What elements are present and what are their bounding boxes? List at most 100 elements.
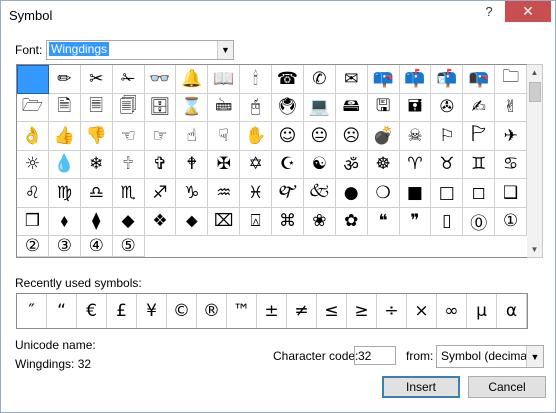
- recent-symbol-cell[interactable]: ″: [17, 294, 47, 328]
- symbol-cell[interactable]: ④: [80, 236, 113, 257]
- symbol-cell[interactable]: ✉: [335, 65, 368, 94]
- symbol-cell[interactable]: 💻: [303, 93, 336, 122]
- symbol-cell[interactable]: ♍: [48, 179, 81, 208]
- symbol-cell[interactable]: ◻: [463, 179, 496, 208]
- recent-symbol-cell[interactable]: ≤: [317, 294, 347, 328]
- symbol-cell[interactable]: □: [431, 179, 464, 208]
- symbol-cell[interactable]: 🔔: [176, 65, 209, 94]
- font-select[interactable]: Wingdings ▼: [46, 40, 234, 60]
- symbol-cell-selected[interactable]: [17, 65, 49, 94]
- symbol-cell[interactable]: ✆: [303, 65, 336, 94]
- symbol-cell[interactable]: 🕈: [176, 150, 209, 179]
- symbol-cell[interactable]: ①: [495, 207, 527, 236]
- symbol-cell[interactable]: 🗎: [48, 93, 81, 122]
- recent-symbol-cell[interactable]: ™: [227, 294, 257, 328]
- symbol-cell[interactable]: 👎: [80, 122, 113, 151]
- symbol-cell[interactable]: ♑: [176, 179, 209, 208]
- symbol-cell[interactable]: 📖: [208, 65, 241, 94]
- symbol-cell[interactable]: 🗏: [80, 93, 113, 122]
- symbol-cell[interactable]: ✈: [495, 122, 527, 151]
- recent-symbol-cell[interactable]: £: [107, 294, 137, 328]
- symbol-cell[interactable]: ☠: [399, 122, 432, 151]
- recent-symbol-cell[interactable]: ±: [257, 294, 287, 328]
- symbol-cell[interactable]: 🗐: [112, 93, 145, 122]
- from-value[interactable]: Symbol (decimal): [441, 349, 534, 363]
- symbol-cell[interactable]: ❒: [17, 207, 49, 236]
- symbol-cell[interactable]: 💣: [367, 122, 400, 151]
- symbol-cell[interactable]: 🗀: [495, 65, 527, 94]
- symbol-cell[interactable]: 📬: [431, 65, 464, 94]
- symbol-cell[interactable]: 🏱: [463, 122, 496, 151]
- symbol-cell[interactable]: 🖴: [335, 93, 368, 122]
- symbol-cell[interactable]: ☎: [272, 65, 304, 94]
- symbol-cell[interactable]: ✿: [335, 207, 368, 236]
- symbol-cell[interactable]: ☜: [112, 122, 145, 151]
- symbol-cell[interactable]: ♉: [431, 150, 464, 179]
- symbol-cell[interactable]: ❖: [144, 207, 177, 236]
- symbol-cell[interactable]: ☺: [272, 122, 304, 151]
- recent-symbol-cell[interactable]: ≥: [347, 294, 377, 328]
- chevron-down-icon[interactable]: ▼: [217, 41, 233, 59]
- scroll-down-icon[interactable]: ▼: [527, 242, 542, 257]
- symbol-cell[interactable]: ✂: [80, 65, 113, 94]
- symbol-cell[interactable]: 🕆: [112, 150, 145, 179]
- symbol-cell[interactable]: ⬥: [176, 207, 209, 236]
- symbol-grid[interactable]: ✏ ✂ ✁ 👓 🔔 📖 🕯 ☎ ✆ ✉ 📪 📫 📬 📭 🗀 🗁 🗎 🗏 🗐 🗄 ⌛ 🖮 🖰 🖲 💻 🖴 🖫 🖬 ✇ ✍ ✌ 👌 👍 👎 ☜ ☞ ☝ ☟ ✋ ☺…: [16, 64, 528, 258]
- symbol-cell[interactable]: ♐: [144, 179, 177, 208]
- symbol-cell[interactable]: ⌛: [176, 93, 209, 122]
- symbol-cell[interactable]: 🗁: [17, 93, 49, 122]
- cancel-button[interactable]: Cancel: [468, 376, 546, 398]
- symbol-cell[interactable]: ☞: [144, 122, 177, 151]
- symbol-cell[interactable]: ✞: [144, 150, 177, 179]
- symbol-cell[interactable]: ❀: [303, 207, 336, 236]
- symbol-cell[interactable]: ☝: [176, 122, 209, 151]
- symbol-cell[interactable]: ॐ: [335, 150, 368, 179]
- symbol-cell[interactable]: ☹: [335, 122, 368, 151]
- symbol-cell[interactable]: ✏: [48, 65, 81, 94]
- character-code-input[interactable]: 32: [354, 346, 396, 365]
- symbol-cell[interactable]: ☪: [272, 150, 304, 179]
- symbol-cell[interactable]: 💧: [48, 150, 81, 179]
- symbol-cell[interactable]: ⑤: [112, 236, 145, 257]
- recent-symbol-cell[interactable]: ∞: [437, 294, 467, 328]
- symbol-cell[interactable]: ☟: [208, 122, 241, 151]
- symbol-cell[interactable]: ☸: [367, 150, 400, 179]
- insert-button[interactable]: Insert: [382, 376, 460, 398]
- symbol-cell[interactable]: ♓: [240, 179, 272, 208]
- scroll-thumb[interactable]: [529, 82, 541, 102]
- symbol-cell[interactable]: ✠: [208, 150, 241, 179]
- recent-symbol-cell[interactable]: ¥: [137, 294, 167, 328]
- symbol-cell[interactable]: ❄: [80, 150, 113, 179]
- symbol-cell[interactable]: ♒: [208, 179, 241, 208]
- symbol-cell[interactable]: 📭: [463, 65, 496, 94]
- recent-symbol-cell[interactable]: µ: [467, 294, 497, 328]
- symbol-cell[interactable]: 🖬: [399, 93, 432, 122]
- symbol-cell[interactable]: 📫: [399, 65, 432, 94]
- symbol-cell[interactable]: ⧫: [80, 207, 113, 236]
- symbol-cell[interactable]: 🗄: [144, 93, 177, 122]
- symbol-cell[interactable]: 👌: [17, 122, 49, 151]
- recent-symbol-cell[interactable]: α: [497, 294, 527, 328]
- symbol-cell[interactable]: ③: [48, 236, 81, 257]
- symbol-cell[interactable]: ⍓: [240, 207, 272, 236]
- symbol-cell[interactable]: ②: [17, 236, 49, 257]
- recent-symbol-cell[interactable]: ÷: [377, 294, 407, 328]
- symbol-cell[interactable]: ■: [399, 179, 432, 208]
- symbol-cell[interactable]: 🖰: [240, 93, 272, 122]
- recent-symbol-cell[interactable]: ®: [197, 294, 227, 328]
- symbol-cell[interactable]: ☯: [303, 150, 336, 179]
- symbol-cell[interactable]: 🙵: [303, 179, 336, 208]
- symbol-cell[interactable]: ✋: [240, 122, 272, 151]
- symbol-cell[interactable]: ⌘: [272, 207, 304, 236]
- symbol-cell[interactable]: ✁: [112, 65, 145, 94]
- recent-symbols[interactable]: ″ “€ £ ¥ © ® ™ ± ≠ ≤ ≥ ÷ × ∞ µ α: [16, 293, 528, 329]
- symbol-cell[interactable]: ▯: [431, 207, 464, 236]
- symbol-cell[interactable]: ⌧: [208, 207, 241, 236]
- symbol-cell[interactable]: ♊: [463, 150, 496, 179]
- symbol-cell[interactable]: ❍: [367, 179, 400, 208]
- font-value[interactable]: Wingdings: [49, 42, 110, 56]
- help-button[interactable]: ?: [476, 1, 502, 22]
- symbol-cell[interactable]: ❝: [367, 207, 400, 236]
- symbol-cell[interactable]: ✇: [431, 93, 464, 122]
- symbol-cell[interactable]: ♌: [17, 179, 49, 208]
